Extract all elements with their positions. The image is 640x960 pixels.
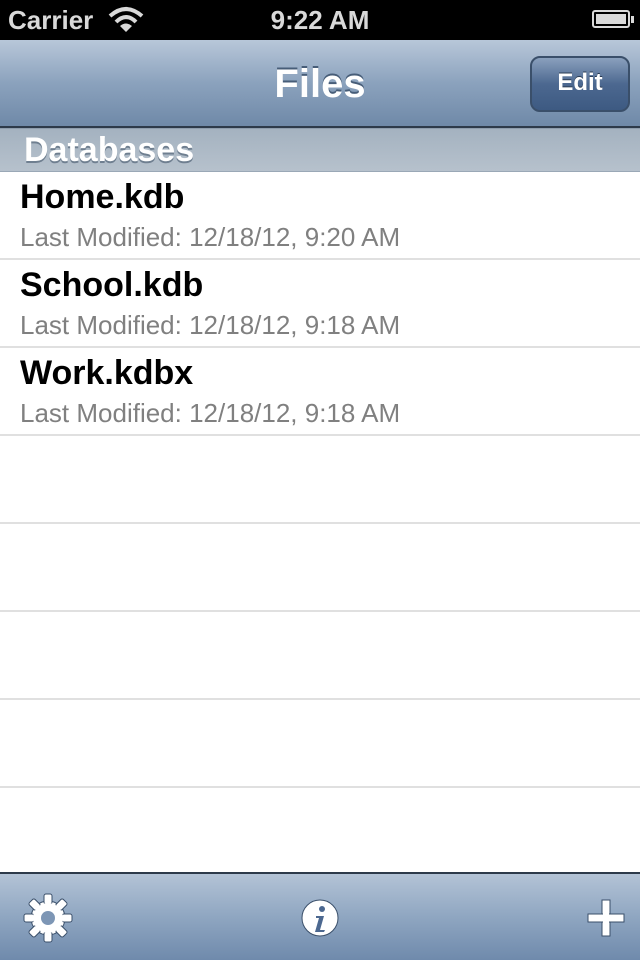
file-modified: Last Modified: 12/18/12, 9:18 AM [20, 310, 401, 340]
file-name: Work.kdbx [20, 354, 194, 392]
empty-row [0, 700, 640, 788]
gear-icon[interactable] [22, 892, 74, 944]
info-icon[interactable] [294, 892, 346, 944]
section-title: Databases [24, 131, 195, 169]
file-row-home[interactable]: Home.kdb Last Modified: 12/18/12, 9:20 A… [0, 172, 640, 260]
file-name: Home.kdb [20, 178, 185, 216]
section-header: Databases [0, 128, 640, 172]
status-time: 9:22 AM [270, 5, 370, 35]
plus-icon[interactable] [580, 892, 632, 944]
empty-row [0, 788, 640, 872]
file-row-work[interactable]: Work.kdbx Last Modified: 12/18/12, 9:18 … [0, 348, 640, 436]
empty-row [0, 524, 640, 612]
file-name: School.kdb [20, 266, 204, 304]
edit-button[interactable]: Edit [530, 56, 630, 112]
file-modified: Last Modified: 12/18/12, 9:20 AM [20, 222, 401, 252]
status-bar: Carrier 9:22 AM [0, 0, 640, 40]
navigation-bar: Files Edit [0, 40, 640, 128]
empty-row [0, 612, 640, 700]
battery-icon [592, 10, 634, 28]
empty-row [0, 436, 640, 524]
file-modified: Last Modified: 12/18/12, 9:18 AM [20, 398, 401, 428]
bottom-toolbar [0, 872, 640, 960]
file-row-school[interactable]: School.kdb Last Modified: 12/18/12, 9:18… [0, 260, 640, 348]
